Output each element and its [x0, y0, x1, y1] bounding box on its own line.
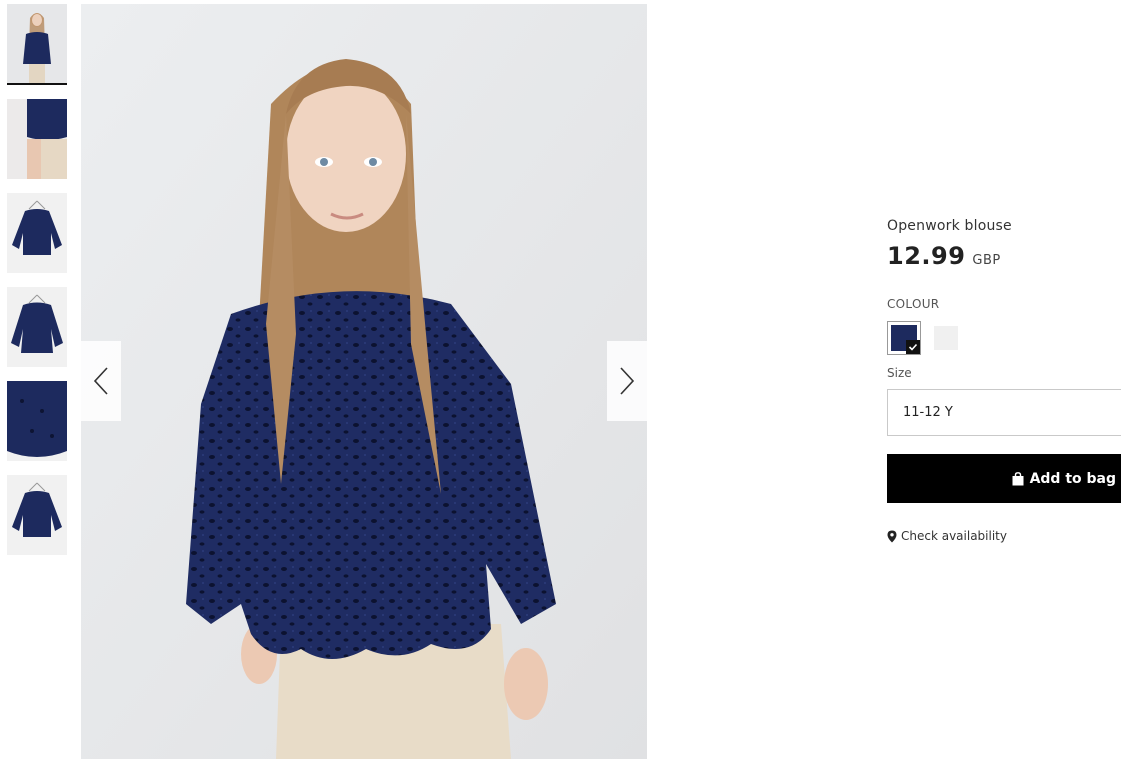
- product-name: Openwork blouse: [887, 218, 1012, 234]
- size-label: Size: [887, 366, 912, 380]
- add-to-bag-button[interactable]: Add to bag: [887, 454, 1121, 503]
- product-price: 12.99: [887, 242, 966, 270]
- colour-swatch-navy[interactable]: [887, 321, 921, 355]
- check-availability-label: Check availability: [901, 529, 1007, 543]
- next-image-button[interactable]: [607, 341, 647, 421]
- main-product-image: [81, 4, 647, 759]
- thumbnail-6[interactable]: [7, 475, 67, 555]
- thumbnail-2[interactable]: [7, 99, 67, 179]
- thumbnail-hanger-front-image: [7, 193, 67, 273]
- thumbnail-model-image: [7, 4, 67, 84]
- active-thumbnail-indicator: [7, 83, 67, 85]
- thumbnail-detail-image: [7, 99, 67, 179]
- chevron-left-icon: [93, 367, 108, 395]
- size-select[interactable]: 11-12 Y: [887, 389, 1121, 436]
- thumbnail-hanger-angle-image: [7, 287, 67, 367]
- previous-image-button[interactable]: [81, 341, 121, 421]
- swatch-fill-white: [934, 326, 958, 350]
- model-photo: [81, 4, 647, 759]
- thumbnail-hanger-back-image: [7, 475, 67, 555]
- thumbnail-5[interactable]: [7, 381, 67, 461]
- check-icon: [906, 340, 920, 354]
- location-pin-icon: [887, 530, 897, 542]
- thumbnail-3[interactable]: [7, 193, 67, 273]
- thumbnail-4[interactable]: [7, 287, 67, 367]
- colour-swatches: [887, 321, 1121, 355]
- add-to-bag-label: Add to bag: [1029, 470, 1116, 487]
- check-availability-link[interactable]: Check availability: [887, 529, 1121, 543]
- chevron-right-icon: [620, 367, 635, 395]
- price-currency: GBP: [972, 253, 1001, 268]
- colour-swatch-white[interactable]: [929, 321, 963, 355]
- price-row: 12.99 GBP: [887, 242, 1121, 270]
- shopping-bag-icon: [1012, 471, 1024, 485]
- product-info-panel: Openwork blouse 12.99 GBP COLOUR Size 11…: [887, 218, 1121, 543]
- size-select-value: 11-12 Y: [903, 405, 953, 420]
- colour-label: COLOUR: [887, 297, 940, 311]
- product-page: Openwork blouse 12.99 GBP COLOUR Size 11…: [0, 0, 1121, 759]
- thumbnail-1[interactable]: [7, 4, 67, 84]
- thumbnail-fabric-image: [7, 381, 67, 461]
